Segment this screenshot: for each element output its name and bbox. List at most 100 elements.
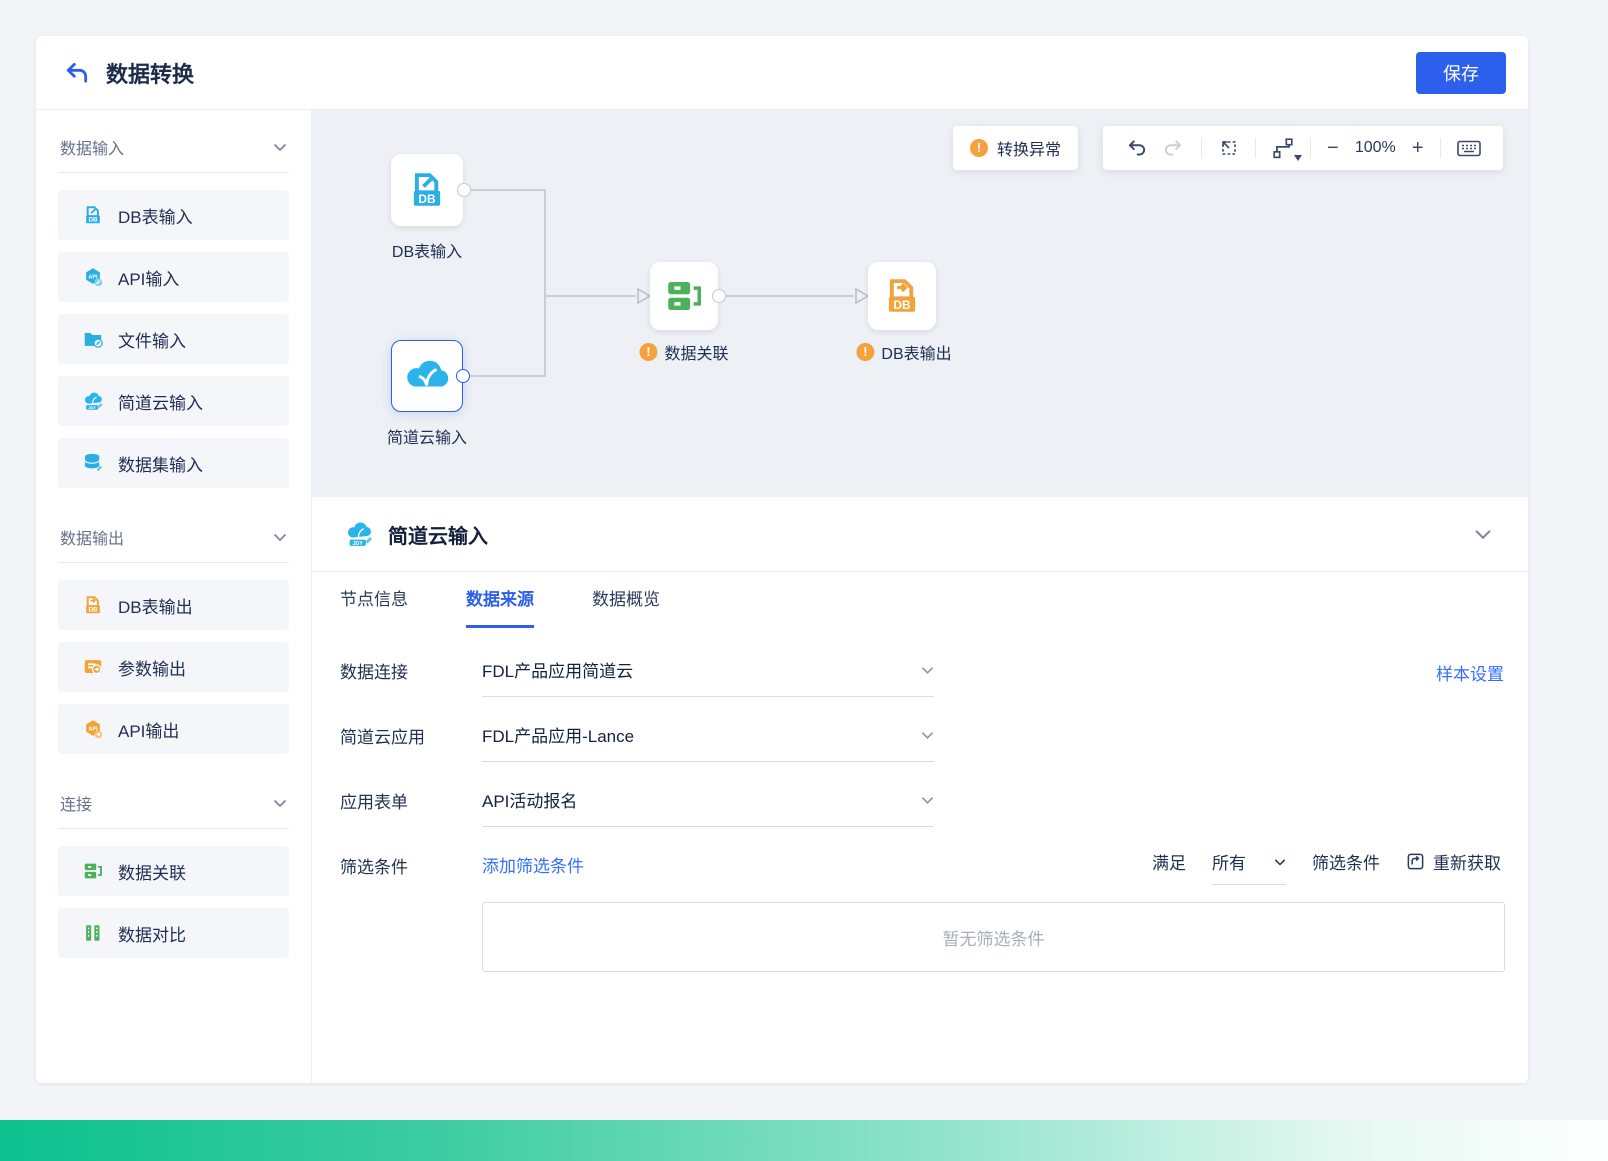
section-label: 连接 bbox=[60, 791, 92, 815]
transform-error-chip[interactable]: ! 转换异常 bbox=[953, 126, 1078, 170]
sidebar-section-data-input[interactable]: 数据输入 bbox=[58, 110, 289, 172]
dataset-input-icon bbox=[82, 452, 104, 474]
data-join-node-icon bbox=[663, 275, 705, 317]
form-row-app-form: 应用表单 API活动报名 bbox=[340, 787, 934, 827]
file-input-icon bbox=[82, 328, 104, 350]
sidebar-item-label: DB表输入 bbox=[118, 203, 193, 228]
chevron-down-icon bbox=[273, 533, 287, 541]
page-title: 数据转换 bbox=[106, 57, 194, 89]
panel-tabs: 节点信息 数据来源 数据概览 bbox=[340, 585, 660, 628]
chevron-down-icon bbox=[273, 143, 287, 151]
tab-data-overview[interactable]: 数据概览 bbox=[592, 585, 660, 628]
node-db-table-output[interactable]: DB bbox=[868, 262, 936, 330]
connector-style-icon[interactable] bbox=[1272, 137, 1294, 159]
api-output-icon: API bbox=[82, 718, 104, 740]
sidebar-item-label: 文件输入 bbox=[118, 327, 186, 352]
output-port[interactable] bbox=[712, 289, 726, 303]
param-output-icon bbox=[82, 656, 104, 678]
db-table-input-icon: DB bbox=[82, 204, 104, 226]
sample-settings-link[interactable]: 样本设置 bbox=[1436, 660, 1504, 685]
node-db-table-input[interactable]: DB bbox=[391, 154, 463, 226]
svg-text:DB: DB bbox=[89, 607, 98, 614]
field-label: 应用表单 bbox=[340, 787, 482, 813]
node-label: 简道云输入 bbox=[387, 424, 467, 448]
jdy-app-select[interactable]: FDL产品应用-Lance bbox=[482, 722, 934, 762]
sidebar-item-db-table-input[interactable]: DB DB表输入 bbox=[58, 190, 289, 240]
zoom-out-icon[interactable]: − bbox=[1327, 138, 1339, 158]
back-arrow-icon bbox=[64, 60, 90, 86]
divider bbox=[1201, 138, 1202, 158]
keyboard-shortcuts-icon[interactable] bbox=[1457, 140, 1481, 157]
sidebar-item-label: 数据关联 bbox=[118, 859, 186, 884]
filter-controls: 满足 所有 筛选条件 重新获取 bbox=[1152, 849, 1501, 885]
divider bbox=[58, 172, 289, 173]
panel-collapse-chevron-icon[interactable] bbox=[1474, 529, 1492, 539]
sidebar-item-data-compare[interactable]: 数据对比 bbox=[58, 908, 289, 958]
zoom-level: 100% bbox=[1355, 139, 1396, 157]
refetch-button[interactable]: 重新获取 bbox=[1406, 849, 1501, 874]
node-jdy-input[interactable] bbox=[391, 340, 463, 412]
db-table-output-icon: DB bbox=[82, 594, 104, 616]
field-label: 数据连接 bbox=[340, 657, 482, 683]
sidebar-item-data-join[interactable]: 数据关联 bbox=[58, 846, 289, 896]
svg-text:DB: DB bbox=[418, 192, 436, 206]
chevron-down-icon bbox=[921, 731, 934, 739]
divider bbox=[58, 828, 289, 829]
data-connection-select[interactable]: FDL产品应用简道云 bbox=[482, 657, 934, 697]
sidebar-item-db-table-output[interactable]: DB DB表输出 bbox=[58, 580, 289, 630]
field-label: 筛选条件 bbox=[340, 852, 482, 878]
tab-node-info[interactable]: 节点信息 bbox=[340, 585, 408, 628]
sidebar-item-param-output[interactable]: 参数输出 bbox=[58, 642, 289, 692]
chevron-down-icon bbox=[1274, 858, 1286, 866]
filter-empty-state: 暂无筛选条件 bbox=[482, 902, 1505, 972]
sidebar-item-label: DB表输出 bbox=[118, 593, 193, 618]
sidebar-item-label: API输出 bbox=[118, 717, 179, 742]
node-data-join[interactable] bbox=[650, 262, 718, 330]
divider bbox=[1255, 138, 1256, 158]
match-mode-select[interactable]: 所有 bbox=[1212, 849, 1286, 885]
section-label: 数据输出 bbox=[60, 525, 124, 549]
form-row-filter: 筛选条件 添加筛选条件 bbox=[340, 852, 584, 878]
output-port[interactable] bbox=[457, 183, 471, 197]
zoom-in-icon[interactable]: + bbox=[1412, 138, 1424, 158]
sidebar-item-api-output[interactable]: API API输出 bbox=[58, 704, 289, 754]
data-join-icon bbox=[82, 860, 104, 882]
sidebar-section-connect[interactable]: 连接 bbox=[58, 766, 289, 828]
svg-text:JDY: JDY bbox=[88, 406, 96, 410]
footer-gradient-bar bbox=[0, 1120, 1608, 1161]
select-value: FDL产品应用-Lance bbox=[482, 722, 634, 747]
divider bbox=[1310, 138, 1311, 158]
marquee-select-icon[interactable] bbox=[1219, 138, 1239, 158]
sidebar-item-dataset-input[interactable]: 数据集输入 bbox=[58, 438, 289, 488]
sidebar-section-data-output[interactable]: 数据输出 bbox=[58, 500, 289, 562]
jdy-input-icon: JDY bbox=[344, 519, 374, 549]
jdy-input-icon: JDY bbox=[82, 390, 104, 412]
tab-data-source[interactable]: 数据来源 bbox=[466, 585, 534, 628]
redo-icon[interactable] bbox=[1163, 137, 1185, 159]
sidebar-item-api-input[interactable]: API API输入 bbox=[58, 252, 289, 302]
form-row-jdy-app: 简道云应用 FDL产品应用-Lance bbox=[340, 722, 934, 762]
output-port[interactable] bbox=[456, 369, 470, 383]
node-label: ! DB表输出 bbox=[856, 340, 951, 364]
empty-text: 暂无筛选条件 bbox=[943, 925, 1045, 950]
chevron-down-icon bbox=[273, 799, 287, 807]
app-window: 数据转换 保存 数据输入 DB DB表输入 API API输入 文件输入 bbox=[36, 36, 1528, 1083]
node-config-panel: JDY 简道云输入 节点信息 数据来源 数据概览 样本设置 数据连接 FDL产品… bbox=[312, 497, 1528, 1083]
node-label: DB表输入 bbox=[392, 238, 462, 262]
app-form-select[interactable]: API活动报名 bbox=[482, 787, 934, 827]
node-library-sidebar: 数据输入 DB DB表输入 API API输入 文件输入 JDY 简道云输入 bbox=[36, 110, 312, 1083]
back-button[interactable] bbox=[62, 58, 92, 88]
sidebar-item-jdy-input[interactable]: JDY 简道云输入 bbox=[58, 376, 289, 426]
panel-title: 简道云输入 bbox=[388, 520, 488, 549]
panel-header: JDY 简道云输入 bbox=[312, 497, 1528, 572]
match-label: 满足 bbox=[1152, 849, 1186, 874]
api-input-icon: API bbox=[82, 266, 104, 288]
jdy-cloud-node-icon bbox=[404, 353, 450, 399]
flow-canvas[interactable]: DB DB表输入 简道云输入 bbox=[312, 110, 1528, 497]
save-button[interactable]: 保存 bbox=[1416, 52, 1506, 94]
sidebar-item-file-input[interactable]: 文件输入 bbox=[58, 314, 289, 364]
data-compare-icon bbox=[82, 922, 104, 944]
undo-icon[interactable] bbox=[1125, 137, 1147, 159]
caret-down-icon bbox=[1294, 155, 1302, 161]
add-filter-link[interactable]: 添加筛选条件 bbox=[482, 852, 584, 877]
